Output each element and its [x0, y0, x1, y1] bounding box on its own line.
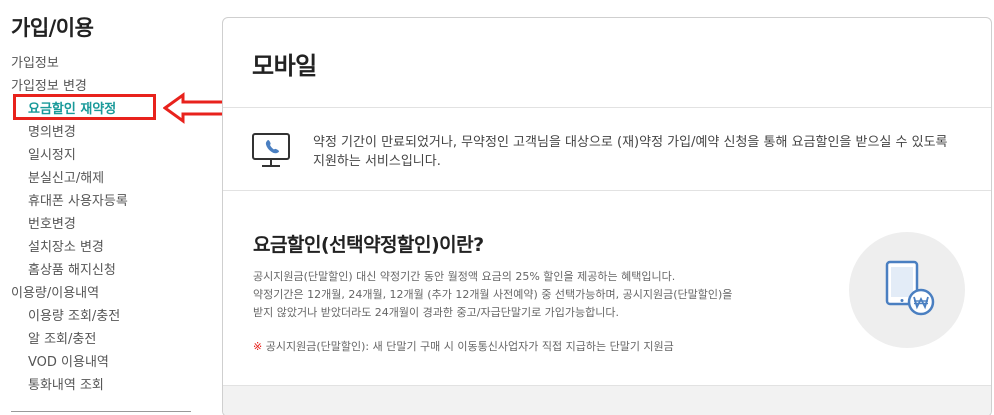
sidebar-divider: [11, 411, 191, 412]
sidebar-item-phone-user-register[interactable]: 휴대폰 사용자등록: [0, 190, 200, 213]
sidebar-item-home-product-cancel[interactable]: 홈상품 해지신청: [0, 259, 200, 282]
monitor-phone-icon: [252, 133, 290, 167]
sidebar-item-call-history[interactable]: 통화내역 조회: [0, 374, 200, 397]
service-description: 약정 기간이 만료되었거나, 무약정인 고객님을 대상으로 (재)약정 가입/예…: [313, 135, 948, 169]
section-title: 요금할인(선택약정할인)이란?: [253, 234, 484, 256]
sidebar-item-al-check[interactable]: 알 조회/충전: [0, 328, 200, 351]
left-arrow-icon: [163, 92, 226, 124]
sidebar-item-loss-report[interactable]: 분실신고/해제: [0, 167, 200, 190]
bottom-band: [223, 385, 991, 415]
body-line: 약정기간은 12개월, 24개월, 12개월 (추가 12개월 사전예약) 중 …: [253, 288, 733, 301]
tablet-won-icon: [885, 260, 935, 316]
body-line: 공시지원금(단말할인) 대신 약정기간 동안 월정액 요금의 25% 할인을 제…: [253, 270, 676, 283]
sidebar-item-suspend[interactable]: 일시정지: [0, 144, 200, 167]
sidebar-item-vod-history[interactable]: VOD 이용내역: [0, 351, 200, 374]
note-mark: ※: [253, 340, 263, 353]
sidebar-item-subscription-info[interactable]: 가입정보: [0, 52, 200, 75]
sidebar: 가입/이용 가입정보 가입정보 변경 요금할인 재약정 명의변경 일시정지 분실…: [0, 0, 226, 415]
service-info: 약정 기간이 만료되었거나, 무약정인 고객님을 대상으로 (재)약정 가입/예…: [223, 109, 991, 191]
body-line: 받지 않았거나 받았더라도 24개월이 경과한 중고/자급단말기로 가입가능합니…: [253, 306, 620, 319]
card-header: 모바일: [223, 18, 991, 108]
sidebar-item-number-change[interactable]: 번호변경: [0, 213, 200, 236]
highlight-box: [13, 94, 156, 120]
sidebar-item-install-location-change[interactable]: 설치장소 변경: [0, 236, 200, 259]
page-title: 모바일: [252, 52, 317, 80]
sidebar-item-usage-history[interactable]: 이용량/이용내역: [0, 282, 200, 305]
sidebar-title: 가입/이용: [11, 16, 94, 40]
note-text: 공시지원금(단말할인): 새 단말기 구매 시 이동통신사업자가 직접 지급하는…: [265, 340, 674, 353]
sidebar-item-name-change[interactable]: 명의변경: [0, 121, 200, 144]
discount-explanation: 요금할인(선택약정할인)이란? 공시지원금(단말할인) 대신 약정기간 동안 월…: [223, 192, 991, 385]
illustration-circle: [849, 232, 965, 348]
footnote: ※ 공시지원금(단말할인): 새 단말기 구매 시 이동통신사업자가 직접 지급…: [253, 338, 674, 354]
section-body: 공시지원금(단말할인) 대신 약정기간 동안 월정액 요금의 25% 할인을 제…: [253, 268, 773, 322]
content-card: 모바일 약정 기간이 만료되었거나, 무약정인 고객님을 대상으로 (재)약정 …: [222, 17, 992, 415]
sidebar-item-usage-check[interactable]: 이용량 조회/충전: [0, 305, 200, 328]
